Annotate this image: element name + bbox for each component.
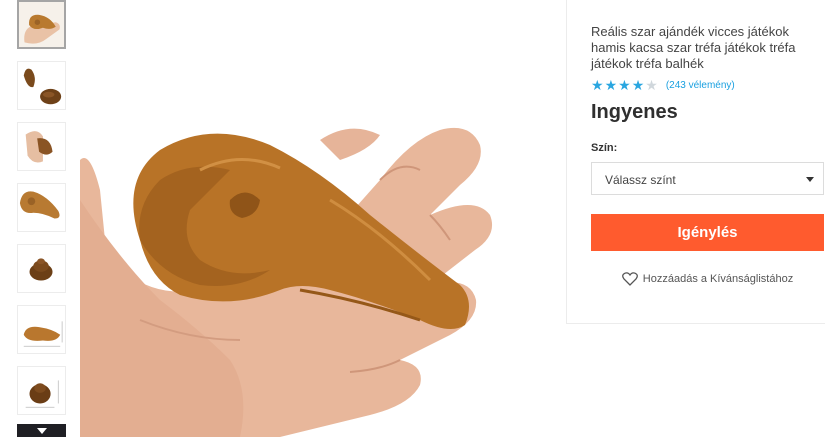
star-filled-icon: ★	[591, 77, 604, 93]
product-info-panel: Reális szar ajándék vicces játékok hamis…	[566, 0, 825, 324]
product-title: Reális szar ajándék vicces játékok hamis…	[591, 24, 796, 71]
wishlist-label: Hozzáadás a Kívánságlistához	[642, 273, 794, 285]
color-select[interactable]: Válassz színt	[591, 162, 824, 195]
thumbnail-7[interactable]	[17, 366, 66, 415]
main-product-image	[80, 0, 520, 437]
star-empty-icon: ★	[645, 77, 658, 93]
chevron-down-icon	[806, 177, 814, 182]
color-select-value: Válassz színt	[605, 173, 676, 187]
add-to-wishlist-button[interactable]: Hozzáadás a Kívánságlistához	[591, 272, 824, 286]
star-filled-icon: ★	[631, 77, 645, 93]
thumbnail-3[interactable]	[17, 122, 66, 171]
chevron-down-icon	[36, 427, 47, 434]
claim-button[interactable]: Igénylés	[591, 214, 824, 251]
thumbnail-scroll-down-button[interactable]	[17, 424, 66, 437]
thumbnail-4[interactable]	[17, 183, 66, 232]
thumbnail-5[interactable]	[17, 244, 66, 293]
heart-icon	[621, 272, 638, 286]
rating-row: ★ ★ ★ ★ ★ (243 vélemény)	[591, 78, 735, 92]
star-filled-icon: ★	[604, 77, 618, 93]
price-label: Ingyenes	[591, 101, 678, 123]
thumbnail-1[interactable]	[17, 0, 66, 49]
thumbnail-strip	[0, 0, 80, 437]
thumbnail-2[interactable]	[17, 61, 66, 110]
thumbnail-6[interactable]	[17, 305, 66, 354]
color-label: Szín:	[591, 142, 618, 154]
star-filled-icon: ★	[618, 77, 631, 93]
review-count-link[interactable]: (243 vélemény)	[666, 80, 735, 91]
